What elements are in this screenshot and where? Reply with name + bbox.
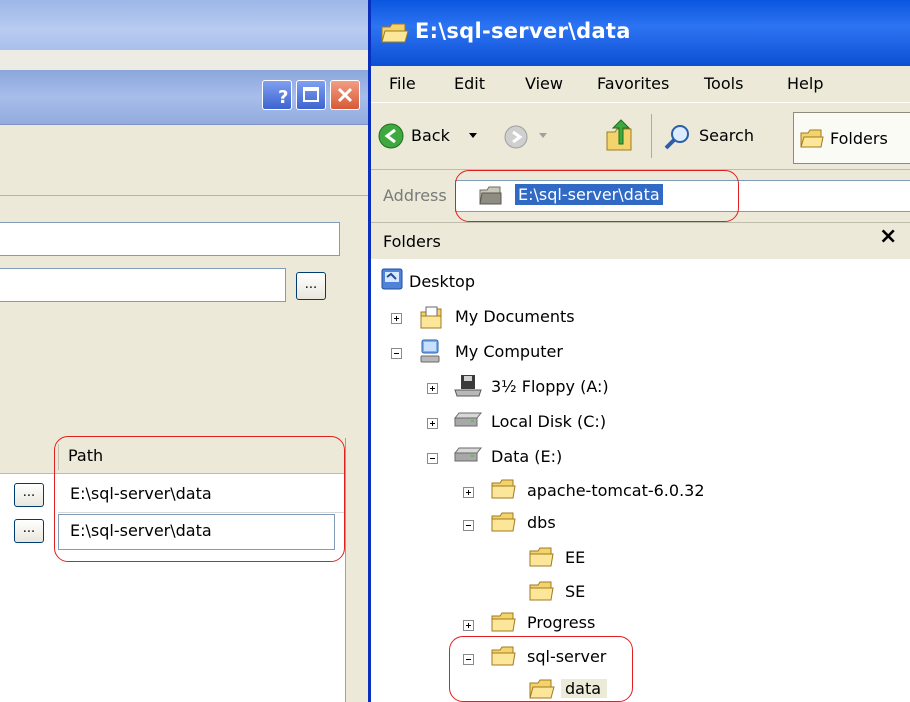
help-button[interactable]: ?: [262, 80, 292, 110]
expand-toggle[interactable]: [391, 313, 402, 324]
folder-icon: [491, 479, 516, 499]
row-browse-button[interactable]: ...: [14, 483, 44, 507]
tree-item-my-computer[interactable]: My Computer: [455, 342, 563, 361]
my-documents-icon: [420, 306, 442, 329]
address-label: Address: [383, 186, 447, 205]
tree-item-my-documents[interactable]: My Documents: [455, 307, 575, 326]
file-input[interactable]: [0, 268, 286, 302]
desktop-icon: [381, 268, 403, 290]
search-icon: [664, 125, 689, 150]
expand-toggle[interactable]: [463, 487, 474, 498]
hard-disk-icon: [453, 447, 483, 462]
tree-item-se[interactable]: SE: [565, 582, 585, 601]
browse-button[interactable]: ...: [296, 272, 326, 300]
help-icon: ?: [278, 87, 288, 108]
folder-icon: [381, 23, 409, 43]
back-arrow-icon: [378, 123, 404, 149]
tree-item-desktop[interactable]: Desktop: [409, 272, 475, 291]
my-computer-icon: [420, 339, 440, 363]
tree-item-floppy[interactable]: 3½ Floppy (A:): [491, 377, 609, 396]
search-button[interactable]: Search: [663, 120, 775, 154]
close-button[interactable]: [330, 80, 360, 110]
folders-icon: [800, 129, 824, 148]
close-icon: [337, 87, 353, 103]
explorer-window: E:\sql-server\data File Edit View Favori…: [368, 0, 910, 702]
explorer-title-bar: E:\sql-server\data: [371, 0, 910, 66]
forward-arrow-icon: [504, 125, 528, 149]
name-input[interactable]: [0, 222, 340, 256]
menu-favorites[interactable]: Favorites: [597, 74, 669, 93]
folder-icon: [529, 581, 554, 601]
up-folder-button[interactable]: [605, 118, 637, 154]
expand-toggle[interactable]: [427, 383, 438, 394]
collapse-toggle[interactable]: [391, 348, 402, 359]
dropdown-arrow-icon: [469, 133, 477, 138]
hard-disk-icon: [453, 412, 483, 427]
expand-toggle[interactable]: [463, 620, 474, 631]
tree-item-apache-tomcat[interactable]: apache-tomcat-6.0.32: [527, 481, 705, 500]
folders-pane-close-button[interactable]: ×: [879, 224, 897, 249]
tree-item-dbs[interactable]: dbs: [527, 513, 556, 532]
folder-icon: [491, 612, 516, 632]
tree-item-ee[interactable]: EE: [565, 548, 585, 567]
svg-text:?: ?: [278, 87, 288, 108]
folders-pane-header: [371, 223, 910, 259]
annotation-address-highlight: [455, 170, 739, 222]
menu-file[interactable]: File: [389, 74, 416, 93]
maximize-button[interactable]: [296, 80, 326, 110]
menu-view[interactable]: View: [525, 74, 563, 93]
up-folder-icon: [606, 119, 632, 151]
collapse-toggle[interactable]: [463, 520, 474, 531]
forward-button[interactable]: [503, 120, 555, 154]
floppy-drive-icon: [454, 375, 482, 397]
menu-tools[interactable]: Tools: [704, 74, 743, 93]
tree-item-data-drive[interactable]: Data (E:): [491, 447, 562, 466]
back-button[interactable]: Back: [377, 120, 485, 154]
folder-icon: [529, 547, 554, 567]
menu-edit[interactable]: Edit: [454, 74, 485, 93]
tree-item-local-disk[interactable]: Local Disk (C:): [491, 412, 606, 431]
background-window: ? ... Path ... E:\sql-server\data ... E:…: [0, 0, 370, 702]
folders-button[interactable]: Folders: [793, 112, 910, 164]
menu-help[interactable]: Help: [787, 74, 823, 93]
row-browse-button[interactable]: ...: [14, 519, 44, 543]
tree-item-progress[interactable]: Progress: [527, 613, 595, 632]
background-title-bar: [0, 0, 370, 50]
collapse-toggle[interactable]: [427, 453, 438, 464]
dropdown-arrow-icon: [539, 133, 547, 138]
window-title: E:\sql-server\data: [415, 19, 631, 43]
maximize-icon: [303, 87, 319, 102]
folders-pane-title: Folders: [383, 232, 441, 251]
folder-icon: [491, 512, 516, 532]
expand-toggle[interactable]: [427, 418, 438, 429]
annotation-tree-highlight: [449, 636, 633, 702]
annotation-path-highlight: [54, 436, 345, 562]
dialog-header-panel: [0, 125, 370, 196]
